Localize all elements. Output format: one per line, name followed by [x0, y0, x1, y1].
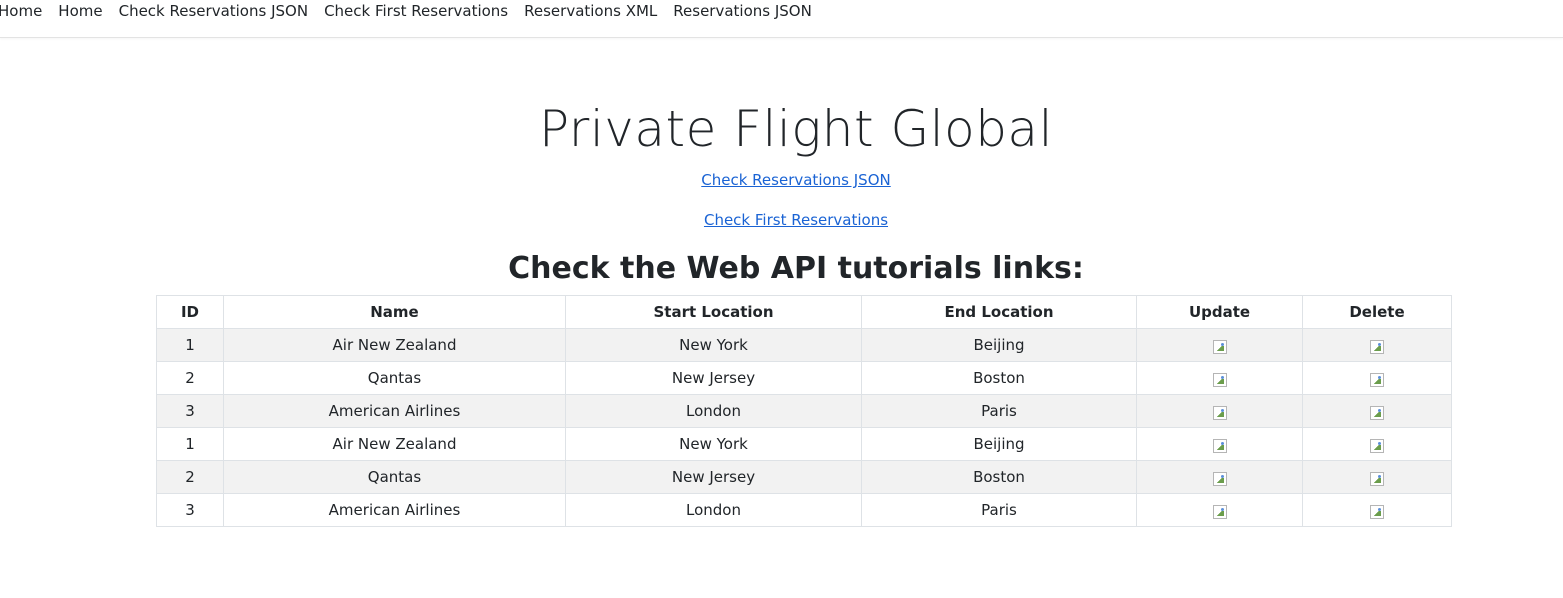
cell-name: Air New Zealand	[223, 328, 566, 362]
header-end-location: End Location	[861, 295, 1137, 329]
header-id: ID	[156, 295, 224, 329]
cell-delete	[1302, 493, 1452, 527]
cell-end-location: Paris	[861, 394, 1137, 428]
check-first-reservations-link[interactable]: Check First Reservations	[704, 211, 888, 229]
table-row: 3 American Airlines London Paris	[156, 394, 1452, 428]
nav-link-reservations-json[interactable]: Reservations JSON	[673, 0, 812, 22]
nav-link-check-reservations-json[interactable]: Check Reservations JSON	[119, 0, 308, 22]
top-navbar: Home Home Check Reservations JSON Check …	[0, 0, 1563, 38]
cell-update	[1136, 361, 1303, 395]
cell-start-location: New Jersey	[565, 361, 862, 395]
reservations-json-paragraph: Check Reservations JSON	[0, 170, 1563, 190]
nav-link-home-2[interactable]: Home	[58, 0, 102, 22]
delete-image-icon[interactable]	[1370, 405, 1384, 420]
cell-id: 1	[156, 427, 224, 461]
update-image-icon[interactable]	[1212, 405, 1227, 420]
cell-end-location: Paris	[861, 493, 1137, 527]
cell-start-location: New York	[565, 427, 862, 461]
table-row: 1 Air New Zealand New York Beijing	[156, 328, 1452, 362]
cell-start-location: New Jersey	[565, 460, 862, 494]
delete-image-icon[interactable]	[1370, 339, 1384, 354]
header-update: Update	[1136, 295, 1303, 329]
table-header-row: ID Name Start Location End Location Upda…	[156, 295, 1452, 329]
nav-list: Home Home Check Reservations JSON Check …	[0, 0, 828, 22]
update-image-icon[interactable]	[1212, 438, 1227, 453]
cell-delete	[1302, 361, 1452, 395]
cell-name: Qantas	[223, 361, 566, 395]
table-row: 2 Qantas New Jersey Boston	[156, 361, 1452, 395]
cell-id: 2	[156, 460, 224, 494]
cell-name: Air New Zealand	[223, 427, 566, 461]
update-image-icon[interactable]	[1212, 471, 1227, 486]
delete-image-icon[interactable]	[1370, 438, 1384, 453]
cell-name: Qantas	[223, 460, 566, 494]
reservations-table-container: ID Name Start Location End Location Upda…	[156, 295, 1452, 527]
header-start-location: Start Location	[565, 295, 862, 329]
cell-update	[1136, 427, 1303, 461]
cell-end-location: Boston	[861, 361, 1137, 395]
cell-id: 3	[156, 493, 224, 527]
cell-id: 3	[156, 394, 224, 428]
tutorial-heading: Check the Web API tutorials links:	[508, 251, 1084, 286]
delete-image-icon[interactable]	[1370, 372, 1384, 387]
table-row: 1 Air New Zealand New York Beijing	[156, 427, 1452, 461]
cell-start-location: London	[565, 394, 862, 428]
table-row: 3 American Airlines London Paris	[156, 493, 1452, 527]
cell-delete	[1302, 328, 1452, 362]
nav-link-home-1[interactable]: Home	[0, 0, 42, 22]
cell-start-location: London	[565, 493, 862, 527]
cell-delete	[1302, 427, 1452, 461]
delete-image-icon[interactable]	[1370, 504, 1384, 519]
delete-image-icon[interactable]	[1370, 471, 1384, 486]
update-image-icon[interactable]	[1212, 504, 1227, 519]
cell-end-location: Beijing	[861, 427, 1137, 461]
cell-id: 2	[156, 361, 224, 395]
cell-delete	[1302, 460, 1452, 494]
update-image-icon[interactable]	[1212, 339, 1227, 354]
check-reservations-json-link[interactable]: Check Reservations JSON	[701, 171, 890, 189]
first-reservations-paragraph: Check First Reservations	[0, 210, 1563, 230]
cell-name: American Airlines	[223, 394, 566, 428]
update-image-icon[interactable]	[1212, 372, 1227, 387]
cell-update	[1136, 394, 1303, 428]
cell-end-location: Boston	[861, 460, 1137, 494]
cell-id: 1	[156, 328, 224, 362]
header-delete: Delete	[1302, 295, 1452, 329]
cell-update	[1136, 328, 1303, 362]
reservations-table: ID Name Start Location End Location Upda…	[156, 295, 1452, 527]
cell-name: American Airlines	[223, 493, 566, 527]
table-row: 2 Qantas New Jersey Boston	[156, 460, 1452, 494]
cell-end-location: Beijing	[861, 328, 1137, 362]
cell-delete	[1302, 394, 1452, 428]
page-title: Private Flight Global	[539, 100, 1053, 158]
nav-link-check-first-reservations[interactable]: Check First Reservations	[324, 0, 508, 22]
cell-update	[1136, 460, 1303, 494]
nav-link-reservations-xml[interactable]: Reservations XML	[524, 0, 657, 22]
cell-update	[1136, 493, 1303, 527]
cell-start-location: New York	[565, 328, 862, 362]
header-name: Name	[223, 295, 566, 329]
